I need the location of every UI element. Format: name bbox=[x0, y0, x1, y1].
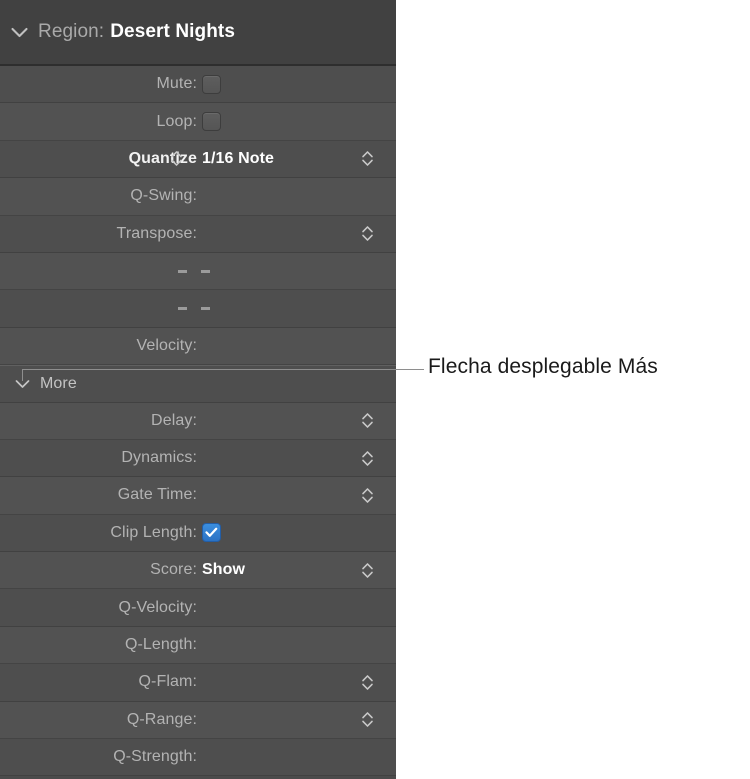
parameter-row[interactable]: Q-Velocity: bbox=[0, 589, 396, 626]
parameter-row[interactable]: Clip Length: bbox=[0, 515, 396, 552]
parameter-row[interactable]: Q-Strength: bbox=[0, 739, 396, 776]
parameter-label: Transpose: bbox=[0, 225, 197, 243]
parameter-row[interactable] bbox=[0, 290, 396, 327]
inspector-header-value: Desert Nights bbox=[110, 21, 235, 43]
inspector-header[interactable]: Region: Desert Nights bbox=[0, 0, 396, 66]
stepper-icon[interactable] bbox=[357, 674, 377, 691]
parameter-row[interactable]: Dynamics: bbox=[0, 440, 396, 477]
parameter-rows-primary: Mute: Loop: Quantize1/16 Note Q-Swing: Trans… bbox=[0, 66, 396, 365]
parameter-row[interactable]: Loop: bbox=[0, 103, 396, 140]
parameter-label: Score: bbox=[0, 561, 197, 579]
callout-leader-line bbox=[22, 369, 424, 370]
parameter-label: Velocity: bbox=[0, 337, 197, 355]
parameter-row[interactable]: Score: Show bbox=[0, 552, 396, 589]
stepper-icon[interactable] bbox=[357, 487, 377, 504]
chevron-down-icon[interactable] bbox=[0, 27, 38, 38]
callout-leader-elbow bbox=[22, 369, 23, 381]
stepper-icon[interactable] bbox=[357, 412, 377, 429]
parameter-rows-more: Delay: Dynamics: Gate Time: Clip Length: Sco… bbox=[0, 403, 396, 777]
parameter-row[interactable]: Q-Length: bbox=[0, 627, 396, 664]
parameter-label: Loop: bbox=[0, 113, 197, 131]
checkbox-unchecked[interactable] bbox=[202, 112, 221, 131]
parameter-label: Gate Time: bbox=[0, 486, 197, 504]
parameter-label: Q-Range: bbox=[0, 711, 197, 729]
stepper-icon[interactable] bbox=[357, 562, 377, 579]
more-disclosure-row[interactable]: More bbox=[0, 365, 396, 402]
parameter-row[interactable]: Q-Swing: bbox=[0, 178, 396, 215]
parameter-label: Dynamics: bbox=[0, 449, 197, 467]
parameter-label: Q-Velocity: bbox=[0, 599, 197, 617]
parameter-label: Q-Strength: bbox=[0, 748, 197, 766]
parameter-row[interactable]: Transpose: bbox=[0, 216, 396, 253]
callout-label: Flecha desplegable Más bbox=[428, 355, 658, 379]
checkbox-unchecked[interactable] bbox=[202, 75, 221, 94]
parameter-row[interactable]: Q-Range: bbox=[0, 702, 396, 739]
parameter-row[interactable]: Velocity: bbox=[0, 328, 396, 365]
parameter-row[interactable]: Delay: bbox=[0, 403, 396, 440]
parameter-label: Clip Length: bbox=[0, 524, 197, 542]
parameter-label: Q-Swing: bbox=[0, 187, 197, 205]
parameter-label: Delay: bbox=[0, 412, 197, 430]
parameter-label: Mute: bbox=[0, 75, 197, 93]
parameter-row[interactable]: Gate Time: bbox=[0, 477, 396, 514]
inline-stepper-icon[interactable] bbox=[168, 150, 184, 167]
checkbox-checked[interactable] bbox=[202, 523, 221, 542]
stepper-icon[interactable] bbox=[357, 150, 377, 167]
more-label: More bbox=[40, 375, 77, 393]
parameter-label: Q-Flam: bbox=[0, 673, 197, 691]
inspector-header-label: Region: bbox=[38, 21, 104, 43]
parameter-value[interactable]: 1/16 Note bbox=[202, 150, 274, 168]
region-inspector-panel: Region: Desert Nights Mute: Loop: Quantize… bbox=[0, 0, 396, 779]
stepper-icon[interactable] bbox=[357, 225, 377, 242]
stepper-icon[interactable] bbox=[357, 450, 377, 467]
empty-value-dashes bbox=[178, 270, 210, 273]
parameter-value[interactable]: Show bbox=[202, 561, 245, 579]
empty-value-dashes bbox=[178, 307, 210, 310]
parameter-label: Q-Length: bbox=[0, 636, 197, 654]
parameter-row[interactable]: Mute: bbox=[0, 66, 396, 103]
stepper-icon[interactable] bbox=[357, 711, 377, 728]
parameter-row[interactable]: Quantize1/16 Note bbox=[0, 141, 396, 178]
parameter-row[interactable] bbox=[0, 253, 396, 290]
parameter-row[interactable]: Q-Flam: bbox=[0, 664, 396, 701]
